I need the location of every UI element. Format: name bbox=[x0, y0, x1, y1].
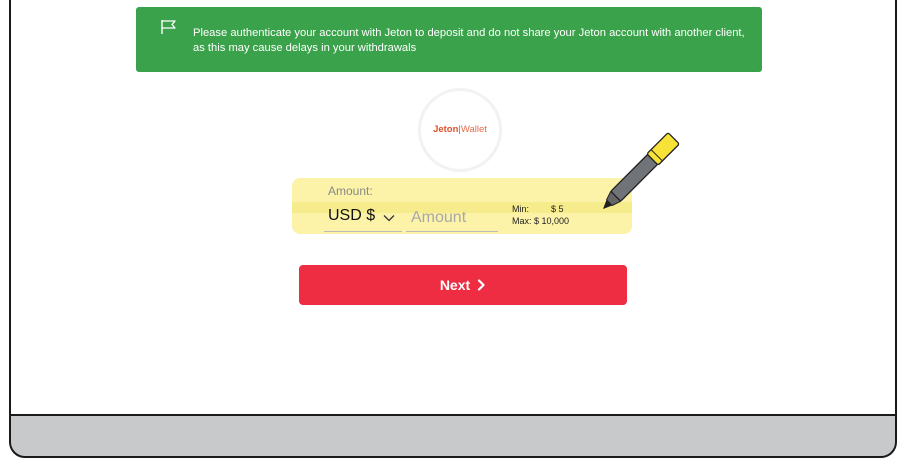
chevron-right-icon bbox=[478, 279, 485, 291]
min-limit: Min: $ 5 bbox=[512, 203, 569, 215]
min-value: $ 5 bbox=[551, 204, 564, 214]
amount-label: Amount: bbox=[328, 184, 373, 198]
logo-brand: Jeton bbox=[433, 124, 459, 135]
amount-limits: Min: $ 5 Max: $ 10,000 bbox=[512, 203, 569, 227]
frame-right-edge bbox=[895, 0, 897, 420]
amount-input[interactable] bbox=[406, 204, 498, 232]
jeton-wallet-logo: Jeton|Wallet bbox=[421, 91, 499, 169]
banner-message: Please authenticate your account with Je… bbox=[193, 27, 745, 54]
info-banner: Please authenticate your account with Je… bbox=[136, 7, 762, 72]
chevron-down-icon bbox=[383, 215, 395, 222]
marker-pen-icon bbox=[603, 132, 680, 209]
currency-select[interactable]: USD $ bbox=[324, 204, 402, 232]
min-label: Min: bbox=[512, 204, 530, 214]
flag-icon bbox=[161, 20, 176, 34]
max-limit: Max: $ 10,000 bbox=[512, 216, 570, 226]
currency-value: USD $ bbox=[328, 207, 376, 224]
logo-text: Jeton|Wallet bbox=[421, 124, 499, 135]
next-button[interactable]: Next bbox=[299, 265, 627, 305]
frame-left-edge bbox=[9, 0, 11, 420]
device-bottom-bar bbox=[9, 414, 897, 458]
logo-product: Wallet bbox=[460, 124, 487, 135]
next-button-label: Next bbox=[439, 277, 471, 293]
